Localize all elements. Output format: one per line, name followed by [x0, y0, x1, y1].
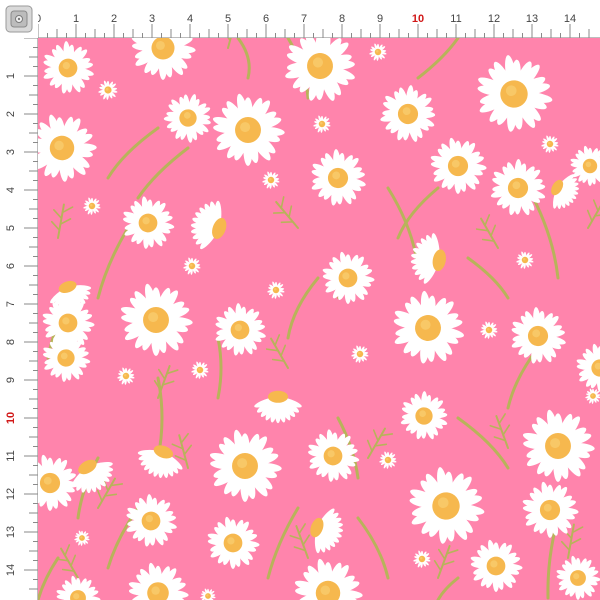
ruler-left-label: 9: [5, 377, 17, 383]
ruler-corner-clip-icon: [0, 0, 38, 38]
fabric-pattern: [38, 38, 600, 600]
ruler-left-label: 6: [5, 263, 17, 269]
ruler-top-label: 9: [377, 13, 383, 25]
ruler-left-label: 14: [5, 564, 17, 576]
daisy-pattern: [38, 38, 600, 600]
ruler-left-label: 1: [5, 73, 17, 79]
ruler-top-label: 6: [263, 13, 269, 25]
ruler-top: 0 1 2 3 4 5 6 7 8 9 10 11 12 13 14: [0, 0, 600, 38]
ruler-left-label: 10: [5, 412, 17, 424]
ruler-left-label: 13: [5, 526, 17, 538]
ruler-left-label: 11: [5, 450, 17, 461]
ruler-left-label: 5: [5, 225, 17, 231]
ruler-left-scale: 1234567891011121314: [5, 37, 38, 590]
ruler-left-label: 8: [5, 339, 17, 345]
ruler-top-label: 7: [301, 13, 307, 25]
fabric-preview: 0 1 2 3 4 5 6 7 8 9 10 11 12 13 14 1 2 3 4 5 6 7 8 9 10 11 12 13 14: [0, 0, 600, 600]
ruler-left-label: 7: [5, 301, 17, 307]
ruler-left-label: 4: [5, 187, 17, 193]
ruler-top-label: 3: [149, 13, 155, 25]
ruler-left: 1 2 3 4 5 6 7 8 9 10 11 12 13 14: [0, 37, 38, 600]
ruler-top-label: 1: [73, 13, 79, 25]
ruler-top-label: 10: [412, 13, 424, 25]
ruler-top-label: 4: [187, 13, 193, 25]
ruler-left-label: 2: [5, 111, 17, 117]
ruler-top-label: 5: [225, 13, 231, 25]
ruler-top-label: 8: [339, 13, 345, 25]
ruler-top-label: 11: [450, 13, 461, 25]
ruler-top-label: 14: [564, 13, 576, 25]
ruler-top-label: 13: [526, 13, 538, 25]
ruler-left-label: 3: [5, 149, 17, 155]
ruler-top-scale: 0 1 2 3 4 5 6 7 8 9 10 11 12 13 14: [35, 13, 590, 38]
ruler-top-label: 12: [488, 13, 500, 25]
ruler-left-label: 12: [5, 488, 17, 500]
ruler-top-label: 2: [111, 13, 117, 25]
